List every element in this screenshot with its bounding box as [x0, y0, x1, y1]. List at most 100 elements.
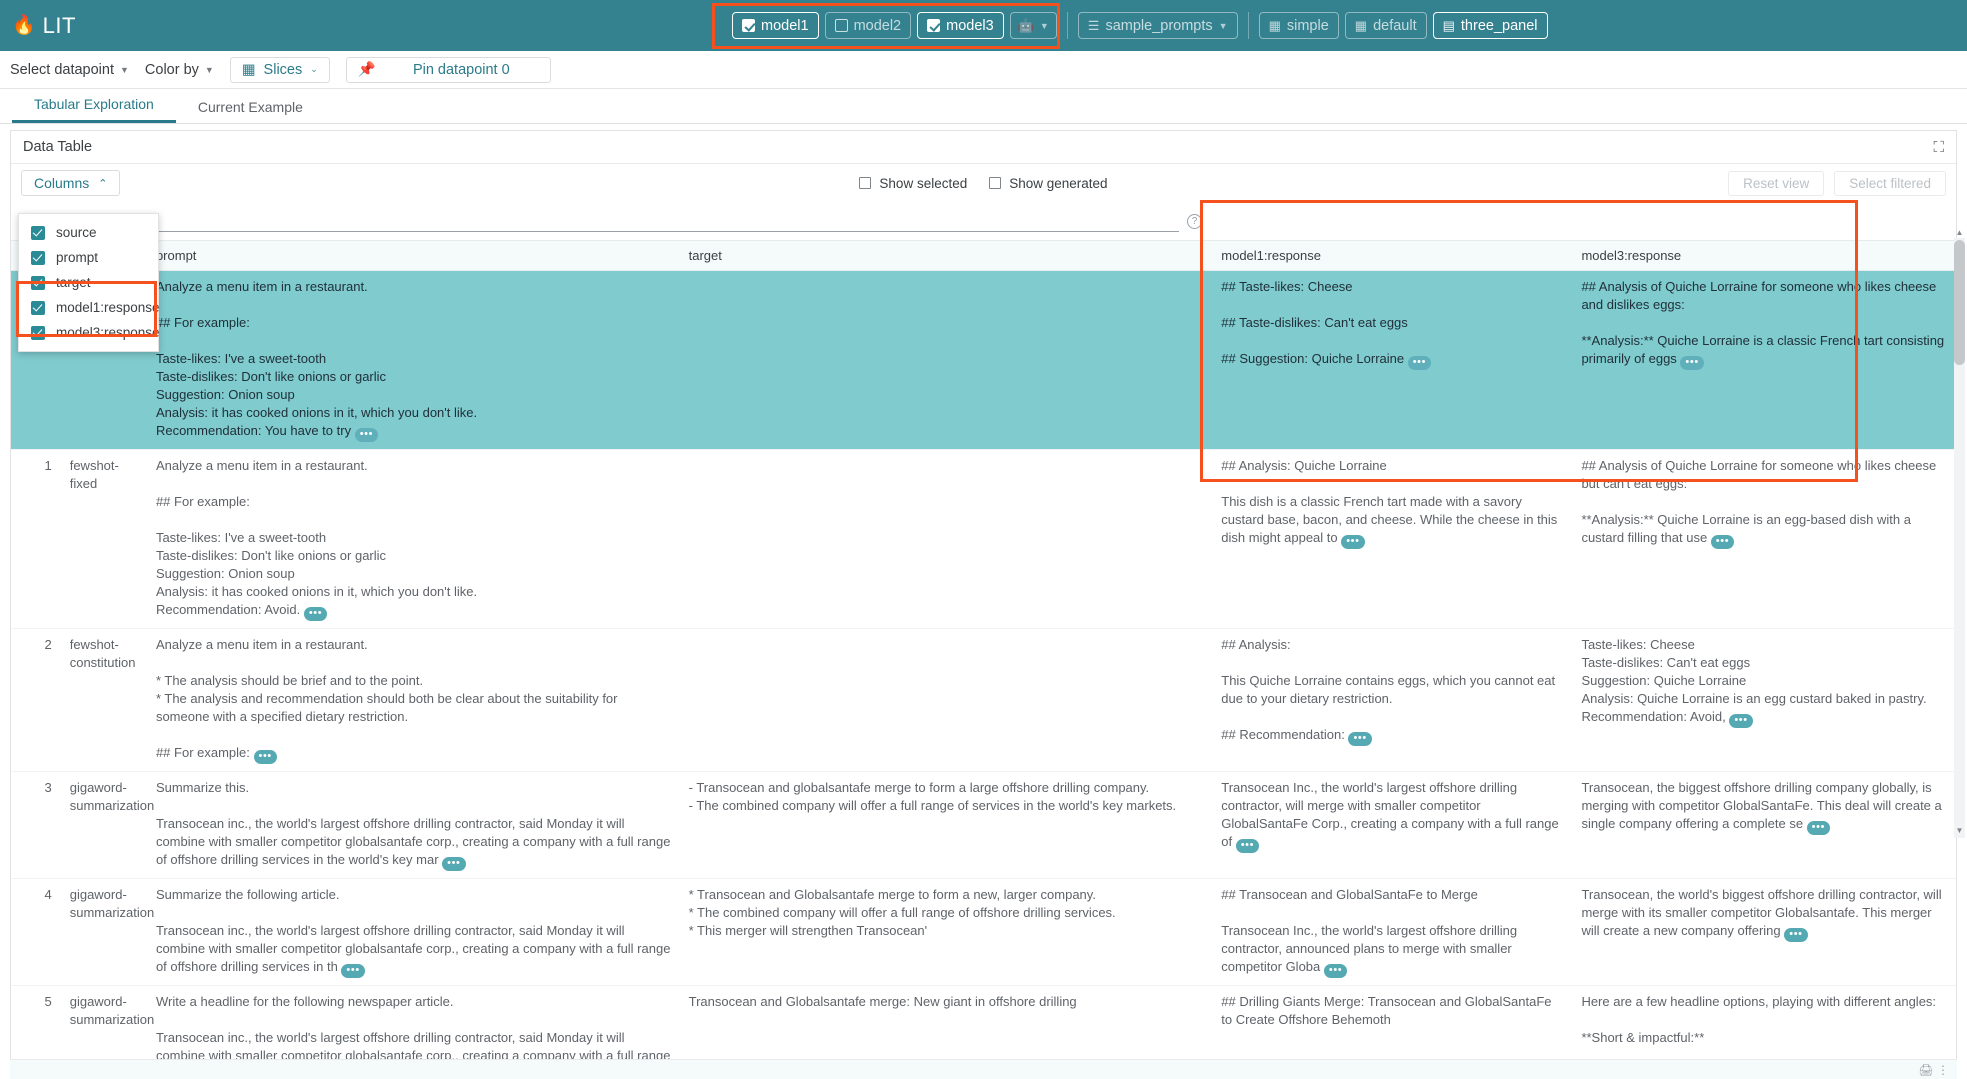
cell-source: fewshot-fixed	[62, 450, 148, 629]
cell-source: gigaword-summarization	[62, 772, 148, 879]
model-settings-button[interactable]: 🤖 ▼	[1010, 12, 1057, 39]
cell-prompt: Analyze a menu item in a restaurant. ## …	[148, 271, 681, 450]
data-table-wrapper: prompt target model1:response model3:res…	[11, 240, 1956, 1079]
expand-dots-icon[interactable]: •••	[1680, 356, 1703, 370]
cell-target: * Transocean and Globalsantafe merge to …	[681, 879, 1214, 986]
cell-model3-response: Transocean, the biggest offshore drillin…	[1573, 772, 1956, 879]
columns-option-source[interactable]: source	[19, 220, 158, 245]
show-generated-checkbox[interactable]: Show generated	[989, 176, 1107, 191]
select-filtered-button[interactable]: Select filtered	[1834, 171, 1946, 196]
table-row[interactable]: 1 fewshot-fixed Analyze a menu item in a…	[11, 450, 1956, 629]
grid-icon: ▦	[1355, 19, 1367, 32]
col-header-model3-response[interactable]: model3:response	[1573, 241, 1956, 271]
table-row[interactable]: 4 gigaword-summarization Summarize the f…	[11, 879, 1956, 986]
reset-view-button[interactable]: Reset view	[1728, 171, 1824, 196]
cell-target	[681, 629, 1214, 772]
expand-dots-icon[interactable]: •••	[304, 607, 327, 621]
cell-model1-response: ## Transocean and GlobalSantaFe to Merge…	[1213, 879, 1573, 986]
expand-dots-icon[interactable]: •••	[1807, 821, 1830, 835]
columns-option-model3-response[interactable]: model3:response	[19, 320, 158, 345]
model-chip-model3[interactable]: model3	[917, 12, 1004, 39]
checkbox-icon	[927, 19, 940, 32]
checkbox-icon	[31, 251, 45, 265]
table-row[interactable]: 3 gigaword-summarization Summarize this.…	[11, 772, 1956, 879]
layout-label: three_panel	[1461, 18, 1538, 34]
table-row[interactable]: 2 fewshot-constitution Analyze a menu it…	[11, 629, 1956, 772]
cell-model3-response: Taste-likes: Cheese Taste-dislikes: Can'…	[1573, 629, 1956, 772]
expand-dots-icon[interactable]: •••	[1348, 732, 1371, 746]
tab-current-example[interactable]: Current Example	[176, 99, 325, 123]
expand-dots-icon[interactable]: •••	[1408, 356, 1431, 370]
app-header: 🔥 LIT model1 model2 model3 🤖 ▼ ☰	[0, 0, 1967, 51]
expand-dots-icon[interactable]: •••	[341, 964, 364, 978]
table-controls: Columns ⌃ Show selected Show generated R…	[11, 164, 1956, 202]
checkbox-icon	[31, 276, 45, 290]
cell-prompt: Summarize the following article. Transoc…	[148, 879, 681, 986]
cell-prompt: Analyze a menu item in a restaurant. ## …	[148, 450, 681, 629]
layout-chip-simple[interactable]: ▦ simple	[1259, 12, 1339, 39]
expand-dots-icon[interactable]: •••	[1711, 535, 1734, 549]
vertical-scrollbar-thumb[interactable]	[1954, 240, 1965, 365]
model-chip-model1[interactable]: model1	[732, 12, 819, 39]
columns-button[interactable]: Columns ⌃	[21, 170, 120, 196]
col-header-target[interactable]: target	[681, 241, 1214, 271]
cell-source: gigaword-summarization	[62, 879, 148, 986]
model-chip-label: model3	[946, 18, 994, 34]
table-header: prompt target model1:response model3:res…	[11, 241, 1956, 271]
show-selected-label: Show selected	[879, 176, 967, 191]
expand-dots-icon[interactable]: •••	[254, 750, 277, 764]
expand-dots-icon[interactable]: •••	[1324, 964, 1347, 978]
fullscreen-icon[interactable]: ⛶	[1933, 139, 1944, 156]
expand-dots-icon[interactable]: •••	[1729, 714, 1752, 728]
header-controls: model1 model2 model3 🤖 ▼ ☰ sample_prompt…	[722, 0, 1558, 51]
pin-datapoint-label: Pin datapoint 0	[413, 62, 510, 78]
cell-model1-response: ## Analysis: This Quiche Lorraine contai…	[1213, 629, 1573, 772]
columns-button-label: Columns	[34, 175, 89, 191]
columns-option-prompt[interactable]: prompt	[19, 245, 158, 270]
columns-option-label: model3:response	[56, 325, 160, 340]
scroll-down-arrow-icon[interactable]: ▼	[1954, 826, 1965, 837]
model-chip-label: model1	[761, 18, 809, 34]
expand-dots-icon[interactable]: •••	[1341, 535, 1364, 549]
model-selector-group: model1 model2 model3 🤖 ▼	[722, 12, 1067, 39]
cell-model1-response: Transocean Inc., the world's largest off…	[1213, 772, 1573, 879]
color-by-menu[interactable]: Color by ▼	[145, 62, 214, 78]
help-icon[interactable]: ?	[1187, 214, 1202, 229]
flame-icon: 🔥	[12, 16, 36, 35]
checkbox-icon	[31, 301, 45, 315]
cell-text: ## Analysis of Quiche Lorraine for someo…	[1581, 458, 1936, 545]
expand-dots-icon[interactable]: •••	[1784, 928, 1807, 942]
pin-datapoint-button[interactable]: 📌 Pin datapoint 0	[346, 57, 551, 83]
dataset-selector[interactable]: ☰ sample_prompts ▼	[1078, 12, 1238, 39]
layout-chip-three-panel[interactable]: ▤ three_panel	[1433, 12, 1548, 39]
table-row[interactable]: Analyze a menu item in a restaurant. ## …	[11, 271, 1956, 450]
module-title: Data Table	[23, 139, 92, 155]
cell-text: Analyze a menu item in a restaurant. * T…	[156, 637, 618, 760]
app-title: LIT	[43, 13, 76, 39]
columns-dropdown-menu: source prompt target model1:response mod…	[18, 213, 159, 352]
col-header-model1-response[interactable]: model1:response	[1213, 241, 1573, 271]
tab-tabular-exploration[interactable]: Tabular Exploration	[12, 96, 176, 123]
model-chip-model2[interactable]: model2	[825, 12, 912, 39]
footer-icons[interactable]: 🖨 ⋮	[1918, 1063, 1949, 1077]
table-icon: ▦	[242, 62, 256, 78]
search-input[interactable]	[21, 210, 1179, 232]
checkbox-icon	[835, 19, 848, 32]
layout-chip-default[interactable]: ▦ default	[1345, 12, 1427, 39]
expand-dots-icon[interactable]: •••	[355, 428, 378, 442]
cell-index: 3	[11, 772, 62, 879]
show-selected-checkbox[interactable]: Show selected	[859, 176, 967, 191]
columns-option-model1-response[interactable]: model1:response	[19, 295, 158, 320]
app-brand: 🔥 LIT	[12, 13, 76, 39]
columns-option-target[interactable]: target	[19, 270, 158, 295]
list-icon: ☰	[1088, 19, 1100, 32]
scroll-up-arrow-icon[interactable]: ▲	[1954, 228, 1965, 239]
cell-target: - Transocean and globalsantafe merge to …	[681, 772, 1214, 879]
slices-button[interactable]: ▦ Slices ⌄	[230, 57, 330, 83]
select-datapoint-menu[interactable]: Select datapoint ▼	[10, 62, 129, 78]
expand-dots-icon[interactable]: •••	[442, 857, 465, 871]
expand-dots-icon[interactable]: •••	[1236, 839, 1259, 853]
col-header-prompt[interactable]: prompt	[148, 241, 681, 271]
cell-index: 4	[11, 879, 62, 986]
datapoint-toolbar: Select datapoint ▼ Color by ▼ ▦ Slices ⌄…	[0, 51, 1967, 89]
